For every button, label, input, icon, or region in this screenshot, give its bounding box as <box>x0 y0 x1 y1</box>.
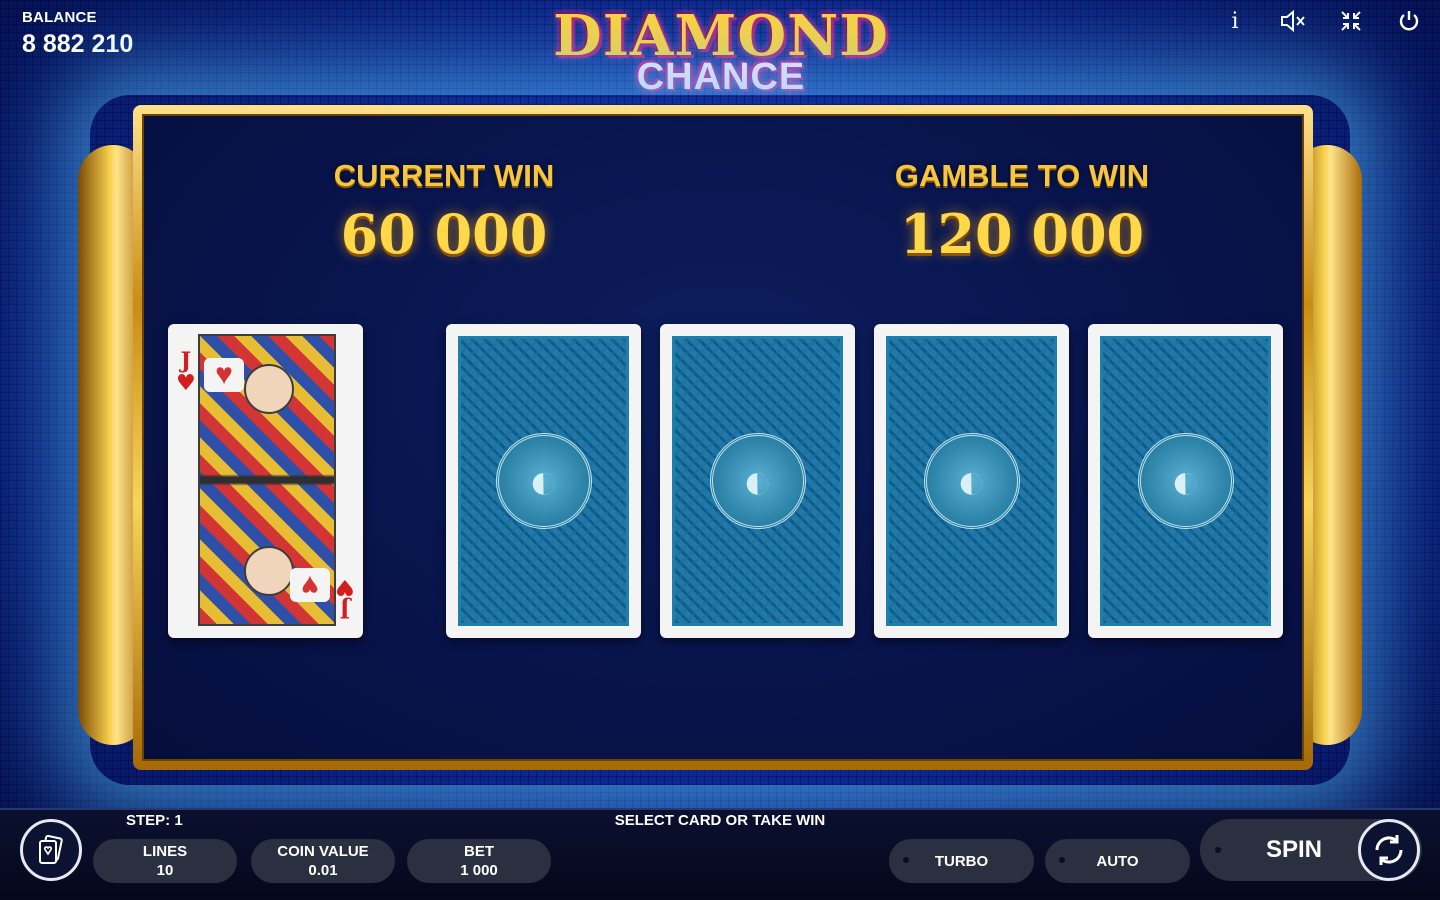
heart-icon: ♥ <box>176 370 196 396</box>
heart-icon: ♥ <box>335 574 355 600</box>
hidden-card-1[interactable]: ◐ <box>446 324 641 638</box>
hidden-card-4[interactable]: ◐ <box>1088 324 1283 638</box>
sound-muted-icon[interactable] <box>1280 8 1306 34</box>
spin-arrows-icon <box>1375 835 1403 865</box>
card-corner-top: J ♥ <box>176 350 196 394</box>
coin-value-value: 0.01 <box>308 862 338 879</box>
spin-label: SPIN <box>1266 836 1323 863</box>
jack-illustration: ♥ ♥ <box>198 334 336 626</box>
card-rules-button[interactable] <box>20 819 82 881</box>
dealer-card-jack-of-hearts: J ♥ ♥ ♥ J ♥ <box>168 324 363 638</box>
gamble-frame: CURRENT WIN 60 000 GAMBLE TO WIN 120 000… <box>133 105 1313 770</box>
bet-selector[interactable]: BET 1 000 <box>407 839 551 883</box>
gamble-to-win-label: GAMBLE TO WIN <box>894 158 1150 193</box>
card-back-emblem-icon: ◐ <box>709 433 806 529</box>
spin-circle-button[interactable] <box>1358 819 1420 881</box>
coin-value-selector[interactable]: COIN VALUE 0.01 <box>251 839 395 883</box>
heart-icon: ♥ <box>204 358 244 392</box>
exit-fullscreen-icon[interactable] <box>1338 8 1364 34</box>
turbo-label: TURBO <box>934 852 989 870</box>
card-back-emblem-icon: ◐ <box>1137 433 1234 529</box>
current-win: CURRENT WIN 60 000 <box>294 158 594 266</box>
current-win-value: 60 000 <box>340 202 548 266</box>
hidden-card-2[interactable]: ◐ <box>660 324 855 638</box>
lines-value: 10 <box>156 862 174 879</box>
auto-label: AUTO <box>1096 852 1139 870</box>
gamble-panel: CURRENT WIN 60 000 GAMBLE TO WIN 120 000… <box>142 114 1304 761</box>
turbo-button[interactable]: TURBO <box>889 839 1034 883</box>
bet-value: 1 000 <box>460 862 498 879</box>
card-rank: J <box>180 348 192 374</box>
hidden-card-3[interactable]: ◐ <box>874 324 1069 638</box>
heart-icon: ♥ <box>290 568 330 602</box>
info-icon[interactable]: i <box>1222 8 1248 34</box>
balance-display: BALANCE 8 882 210 <box>22 9 133 59</box>
cards-icon <box>39 834 63 864</box>
lines-selector[interactable]: LINES 10 <box>93 839 237 883</box>
power-icon[interactable] <box>1396 8 1422 34</box>
jack-face-bottom <box>244 546 294 596</box>
spin-button[interactable]: SPIN <box>1200 819 1422 881</box>
gamble-to-win: GAMBLE TO WIN 120 000 <box>872 158 1172 266</box>
jack-face-top <box>244 364 294 414</box>
card-back-emblem-icon: ◐ <box>495 433 592 529</box>
bet-label: BET <box>464 843 494 860</box>
card-back-emblem-icon: ◐ <box>923 433 1020 529</box>
top-toolbar: i <box>1222 8 1422 34</box>
balance-value: 8 882 210 <box>22 30 134 58</box>
turbo-indicator-dot <box>903 857 909 863</box>
card-corner-bottom: J ♥ <box>335 574 355 622</box>
auto-button[interactable]: AUTO <box>1045 839 1190 883</box>
balance-label: BALANCE <box>22 9 97 26</box>
current-win-label: CURRENT WIN <box>333 158 555 193</box>
auto-indicator-dot <box>1059 857 1065 863</box>
coin-value-label: COIN VALUE <box>277 843 369 860</box>
card-rank: J <box>339 596 351 622</box>
game-logo: DIAMOND CHANCE <box>536 8 906 100</box>
spin-indicator-dot <box>1215 847 1221 853</box>
lines-label: LINES <box>142 843 188 860</box>
gamble-to-win-value: 120 000 <box>899 202 1145 266</box>
